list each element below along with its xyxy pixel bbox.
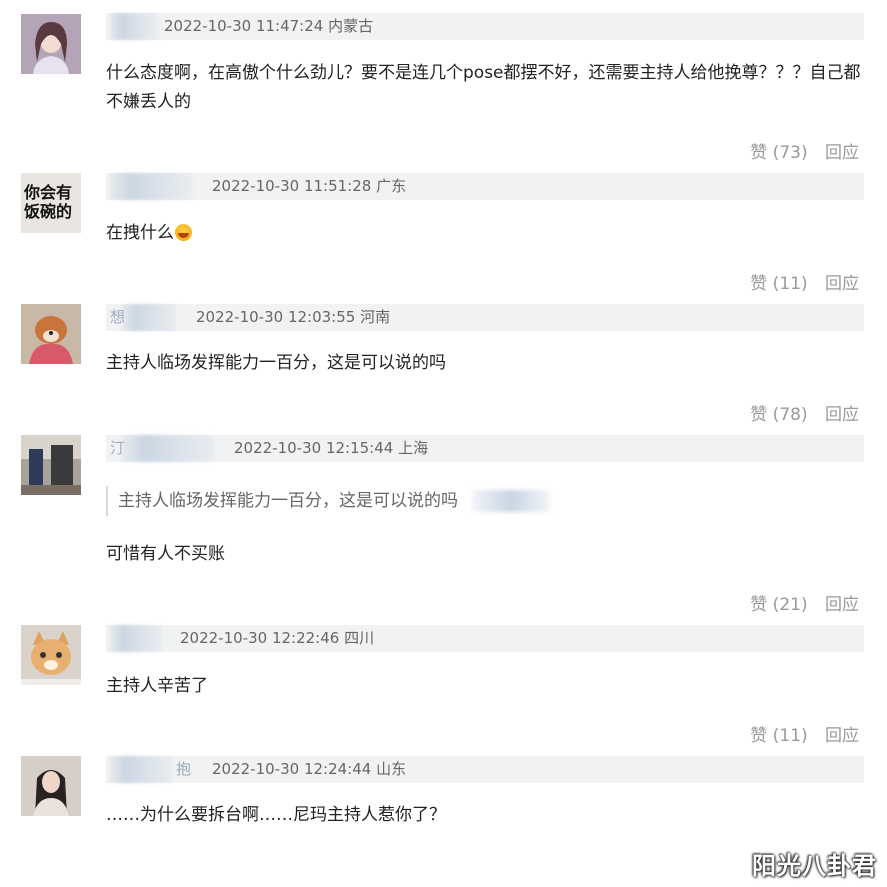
blurred-quoted-username xyxy=(472,490,550,512)
reply-button[interactable]: 回应 xyxy=(825,405,859,425)
blurred-username xyxy=(110,625,162,652)
blurred-username xyxy=(110,173,192,200)
like-button[interactable]: 赞 (11) xyxy=(750,726,807,746)
comment-meta-bar: 抱 2022-10-30 12:24:44 山东 xyxy=(106,756,864,783)
comment-actions: 赞 (73) 回应 xyxy=(738,138,859,163)
comment-actions: 赞 (78) 回应 xyxy=(738,400,859,425)
avatar-text-line: 你会有 xyxy=(24,183,73,202)
avatar-dog-photo[interactable] xyxy=(21,304,81,364)
comment-timestamp: 2022-10-30 12:15:44 xyxy=(234,439,394,457)
blurred-username xyxy=(122,435,214,462)
blurred-username xyxy=(110,756,172,783)
comment-location: 广东 xyxy=(376,177,407,195)
reply-button[interactable]: 回应 xyxy=(825,143,859,163)
comment-text: 可惜有人不买账 xyxy=(106,544,225,564)
comment-text: 主持人临场发挥能力一百分，这是可以说的吗 xyxy=(106,353,446,373)
comment-text: 什么态度啊，在高傲个什么劲儿？要不是连几个pose都摆不好，还需要主持人给他挽尊… xyxy=(106,63,861,112)
avatar-girl-portrait[interactable] xyxy=(21,14,81,74)
grinning-face-emoji-icon xyxy=(175,224,192,241)
comment-text: ……为什么要拆台啊……尼玛主持人惹你了？ xyxy=(106,805,446,825)
blurred-username xyxy=(110,13,158,40)
like-button[interactable]: 赞 (73) xyxy=(750,143,807,163)
like-button[interactable]: 赞 (21) xyxy=(750,595,807,615)
quoted-comment-text: 主持人临场发挥能力一百分，这是可以说的吗 xyxy=(118,491,458,511)
comment-timestamp: 2022-10-30 11:51:28 xyxy=(212,177,372,195)
username-fragment: 抱 xyxy=(176,760,192,778)
comment-meta-bar: 汀 2022-10-30 12:15:44 上海 xyxy=(106,435,864,462)
reply-button[interactable]: 回应 xyxy=(825,595,859,615)
comment-location: 山东 xyxy=(376,760,407,778)
avatar-room-photo[interactable] xyxy=(21,435,81,495)
comment-location: 内蒙古 xyxy=(328,17,374,35)
comment-meta-bar: 2022-10-30 12:22:46 四川 xyxy=(106,625,864,652)
comment-location: 上海 xyxy=(398,439,429,457)
comment-timestamp: 2022-10-30 11:47:24 xyxy=(164,17,324,35)
avatar-text-line: 饭碗的 xyxy=(24,202,73,221)
comment-location: 河南 xyxy=(360,308,391,326)
comment-location: 四川 xyxy=(344,629,375,647)
avatar-selfie-photo[interactable] xyxy=(21,756,81,816)
comment-text-row: 在拽什么 xyxy=(106,219,866,248)
reply-button[interactable]: 回应 xyxy=(825,726,859,746)
comment-meta-bar: 想 2022-10-30 12:03:55 河南 xyxy=(106,304,864,331)
comment-timestamp: 2022-10-30 12:03:55 xyxy=(196,308,356,326)
watermark-text: 阳光八卦君 xyxy=(752,852,877,880)
like-button[interactable]: 赞 (11) xyxy=(750,274,807,294)
comment-text: 在拽什么 xyxy=(106,223,174,243)
truncated-actions-fragment: · · xyxy=(843,0,857,8)
comment-actions: 赞 (11) 回应 xyxy=(738,269,859,294)
comment-timestamp: 2022-10-30 12:22:46 xyxy=(180,629,340,647)
comment-actions: 赞 (11) 回应 xyxy=(738,721,859,746)
comment-text: 主持人辛苦了 xyxy=(106,676,208,696)
like-button[interactable]: 赞 (78) xyxy=(750,405,807,425)
avatar-cat-photo[interactable] xyxy=(21,625,81,685)
quoted-comment: 主持人临场发挥能力一百分，这是可以说的吗 xyxy=(106,486,578,516)
comment-meta-bar: 2022-10-30 11:51:28 广东 xyxy=(106,173,864,200)
comment-timestamp: 2022-10-30 12:24:44 xyxy=(212,760,372,778)
comment-meta-bar: 2022-10-30 11:47:24 内蒙古 xyxy=(106,13,864,40)
blurred-username xyxy=(122,304,176,331)
reply-button[interactable]: 回应 xyxy=(825,274,859,294)
comment-actions: 赞 (21) 回应 xyxy=(738,590,859,615)
avatar-text-image[interactable]: 你会有 饭碗的 xyxy=(21,173,81,233)
